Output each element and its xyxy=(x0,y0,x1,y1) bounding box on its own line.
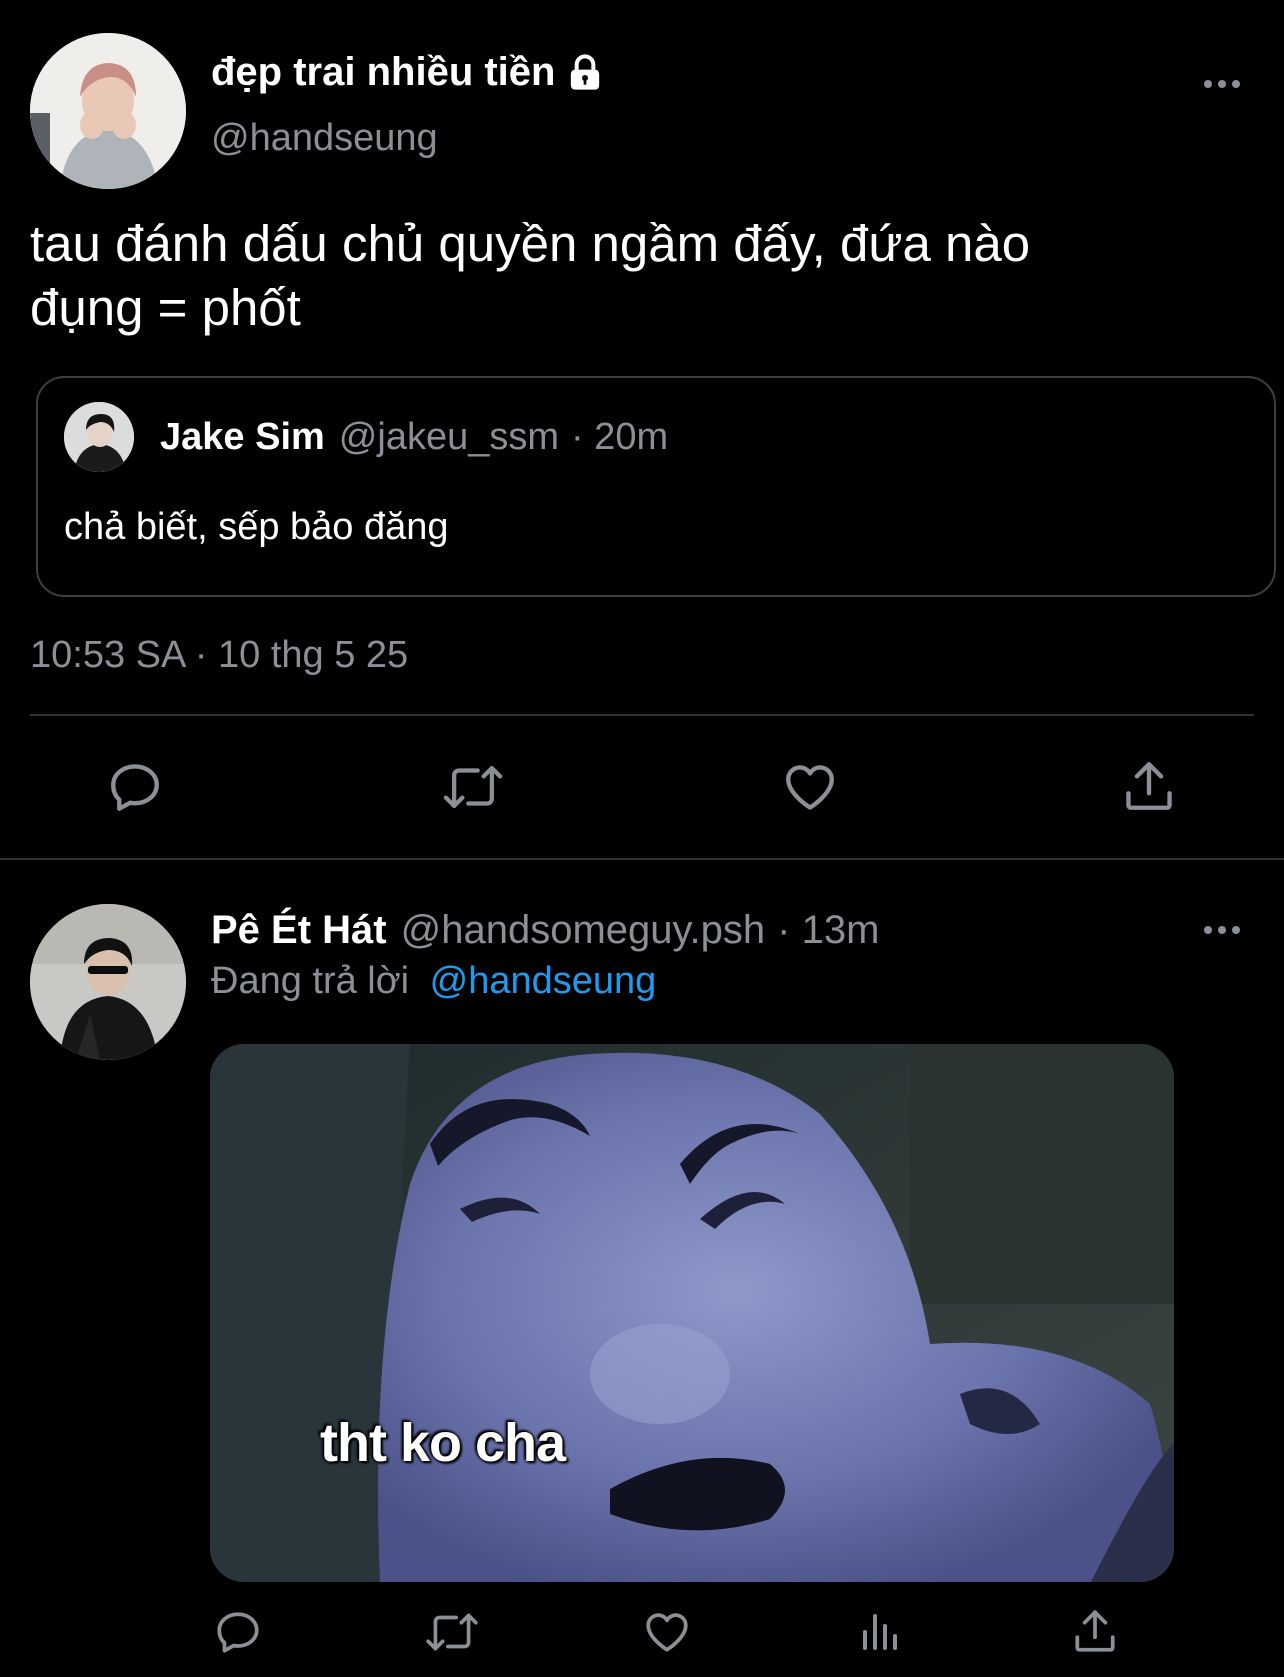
reply-time[interactable]: · 13m xyxy=(777,908,879,953)
more-icon[interactable] xyxy=(1200,916,1244,944)
reply-icon[interactable] xyxy=(213,1607,263,1657)
tweet-text: tau đánh dấu chủ quyền ngầm đấy, đứa nào… xyxy=(30,212,1030,340)
main-display-name[interactable]: đẹp trai nhiều tiền xyxy=(211,50,555,95)
tweet-text-line2: đụng = phốt xyxy=(30,279,301,336)
quote-avatar[interactable] xyxy=(64,402,134,472)
replying-prefix: Đang trả lời xyxy=(211,960,410,1002)
like-icon[interactable] xyxy=(641,1607,693,1657)
quote-text: chả biết, sếp bảo đăng xyxy=(64,506,449,548)
quote-handle[interactable]: @jakeu_ssm xyxy=(339,416,559,459)
main-avatar[interactable] xyxy=(30,33,186,189)
reply-avatar[interactable] xyxy=(30,904,186,1060)
quote-time[interactable]: · 20m xyxy=(571,416,668,459)
main-handle[interactable]: @handseung xyxy=(211,117,438,160)
reply-handle[interactable]: @handsomeguy.psh xyxy=(401,908,766,953)
replying-to-link[interactable]: @handseung xyxy=(430,960,657,1002)
quote-display-name[interactable]: Jake Sim xyxy=(160,416,325,459)
share-icon[interactable] xyxy=(1120,756,1178,816)
retweet-icon[interactable] xyxy=(440,758,506,816)
replying-to: Đang trả lời @handseung xyxy=(211,960,656,1003)
tweet-timestamp[interactable]: 10:53 SA · 10 thg 5 25 xyxy=(30,634,408,677)
quote-tweet-card[interactable]: Jake Sim @jakeu_ssm · 20m chả biết, sếp … xyxy=(36,376,1276,597)
retweet-icon[interactable] xyxy=(423,1607,481,1657)
tweet-text-line1: tau đánh dấu chủ quyền ngầm đấy, đứa nào xyxy=(30,215,1031,272)
reply-icon[interactable] xyxy=(106,758,164,816)
more-icon[interactable] xyxy=(1200,70,1244,98)
main-display-name-row[interactable]: đẹp trai nhiều tiền xyxy=(211,50,605,95)
reply-display-name[interactable]: Pê Ét Hát xyxy=(211,908,387,953)
lock-icon xyxy=(565,53,605,93)
reply-header: Pê Ét Hát @handsomeguy.psh · 13m xyxy=(211,908,879,953)
divider xyxy=(0,858,1284,860)
reply-image[interactable]: tht ko cha xyxy=(210,1044,1174,1582)
divider xyxy=(30,714,1254,716)
share-icon[interactable] xyxy=(1070,1605,1120,1657)
quote-header: Jake Sim @jakeu_ssm · 20m xyxy=(160,416,668,459)
like-icon[interactable] xyxy=(780,758,840,816)
analytics-icon[interactable] xyxy=(857,1607,905,1657)
image-caption: tht ko cha xyxy=(320,1413,566,1473)
